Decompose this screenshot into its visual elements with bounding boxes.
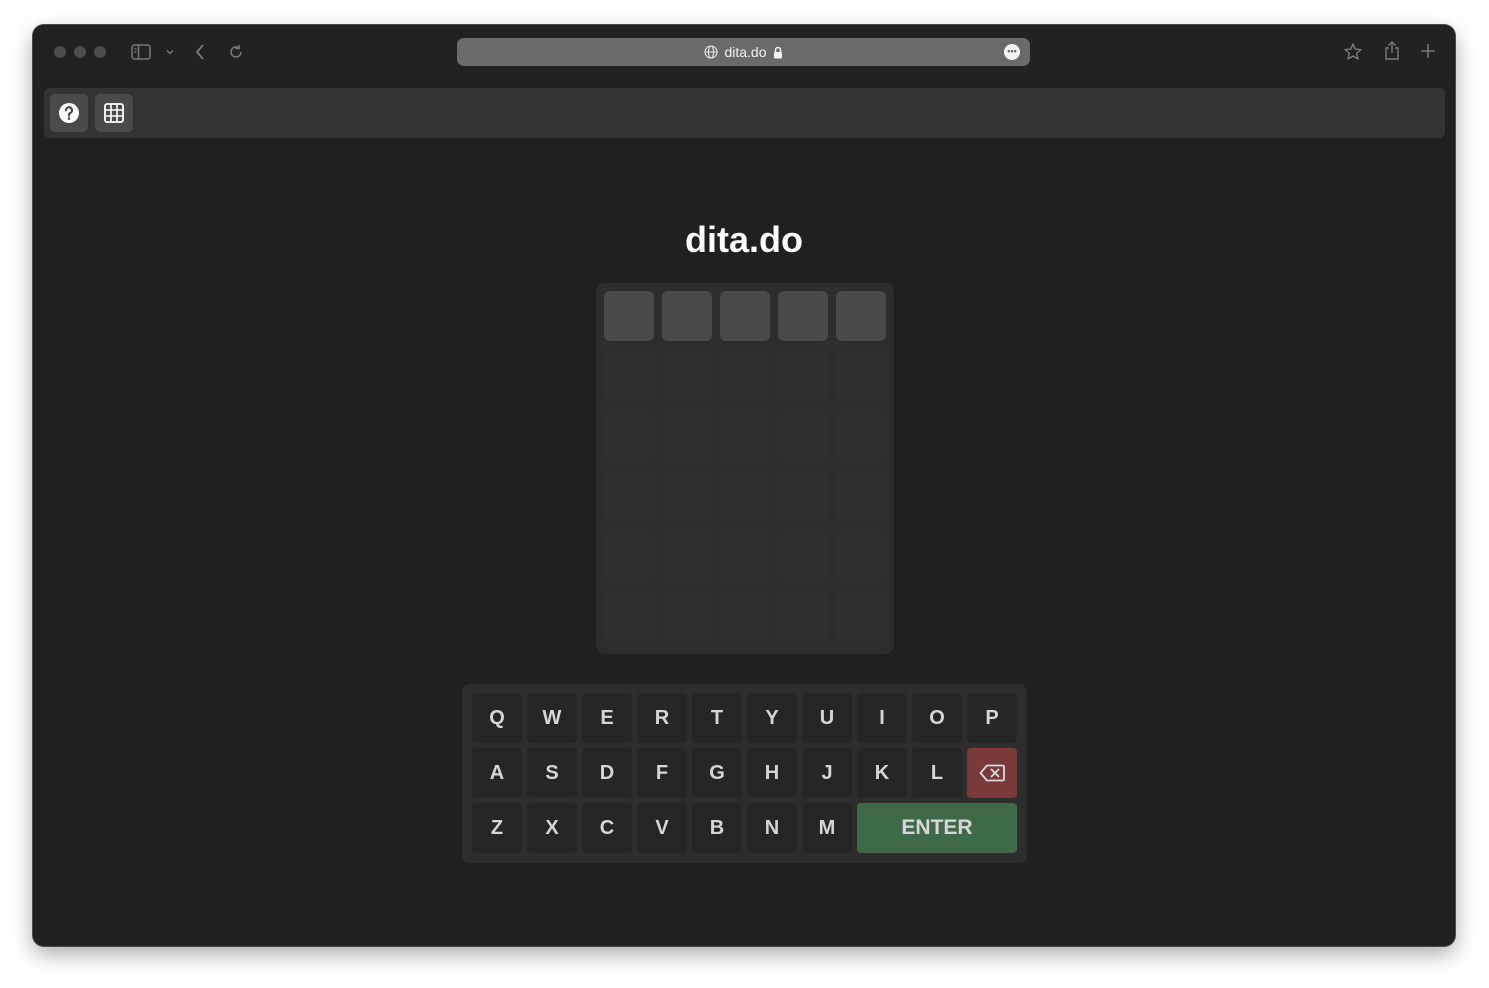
board-tile bbox=[662, 531, 712, 581]
key-h[interactable]: H bbox=[747, 748, 797, 798]
board-tile bbox=[836, 291, 886, 341]
board-tile bbox=[720, 411, 770, 461]
key-d[interactable]: D bbox=[582, 748, 632, 798]
board-tile bbox=[836, 411, 886, 461]
board-tile bbox=[836, 531, 886, 581]
board-tile bbox=[720, 531, 770, 581]
key-t[interactable]: T bbox=[692, 693, 742, 743]
key-s[interactable]: S bbox=[527, 748, 577, 798]
board-tile bbox=[778, 351, 828, 401]
browser-window: dita.do ••• dita.do QWERTYUI O P A S D F… bbox=[33, 25, 1455, 946]
browser-titlebar: dita.do ••• bbox=[33, 25, 1455, 81]
chevron-left-icon[interactable] bbox=[191, 42, 209, 62]
board-tile bbox=[836, 471, 886, 521]
key-b[interactable]: B bbox=[692, 803, 742, 853]
key-k[interactable]: K bbox=[857, 748, 907, 798]
key-z[interactable]: Z bbox=[472, 803, 522, 853]
lock-icon bbox=[773, 46, 783, 59]
key-l[interactable]: L bbox=[912, 748, 962, 798]
board-tile bbox=[778, 411, 828, 461]
reload-icon[interactable] bbox=[226, 42, 246, 62]
chevron-down-icon[interactable] bbox=[163, 46, 177, 58]
board-tile bbox=[720, 351, 770, 401]
key-c[interactable]: C bbox=[582, 803, 632, 853]
ellipsis-icon[interactable]: ••• bbox=[1004, 44, 1020, 60]
key-r[interactable]: R bbox=[637, 693, 687, 743]
key-p[interactable]: P bbox=[967, 693, 1017, 743]
board-tile bbox=[604, 291, 654, 341]
board-tile bbox=[778, 531, 828, 581]
board-tile bbox=[662, 291, 712, 341]
star-icon[interactable] bbox=[1342, 41, 1364, 63]
board-tile bbox=[604, 471, 654, 521]
board-tile bbox=[778, 291, 828, 341]
board-tile bbox=[662, 351, 712, 401]
key-g[interactable]: G bbox=[692, 748, 742, 798]
zoom-window-button[interactable] bbox=[94, 46, 106, 58]
address-bar[interactable]: dita.do ••• bbox=[457, 38, 1030, 66]
board-tile bbox=[662, 411, 712, 461]
grid-button[interactable] bbox=[95, 94, 133, 132]
board-tile bbox=[604, 351, 654, 401]
board-tile bbox=[604, 591, 654, 641]
game-toolbar bbox=[44, 88, 1445, 138]
board-tile bbox=[720, 471, 770, 521]
board-tile bbox=[778, 591, 828, 641]
key-q[interactable]: Q bbox=[472, 693, 522, 743]
help-button[interactable] bbox=[50, 94, 88, 132]
question-circle-icon bbox=[58, 102, 80, 124]
globe-icon bbox=[704, 45, 719, 59]
key-w[interactable]: W bbox=[527, 693, 577, 743]
close-window-button[interactable] bbox=[54, 46, 66, 58]
key-a[interactable]: A bbox=[472, 748, 522, 798]
board-tile bbox=[720, 291, 770, 341]
grid-icon bbox=[103, 102, 125, 124]
url-text: dita.do bbox=[724, 44, 767, 60]
key-i[interactable]: I bbox=[857, 693, 907, 743]
on-screen-keyboard: Q W E R T Y U I O P A S D F G H J K L Z X C V B N M ENTER bbox=[462, 684, 1027, 863]
board-tile bbox=[662, 471, 712, 521]
enter-key[interactable]: ENTER bbox=[857, 803, 1017, 853]
key-f[interactable]: F bbox=[637, 748, 687, 798]
share-icon[interactable] bbox=[1381, 40, 1403, 62]
key-v[interactable]: V bbox=[637, 803, 687, 853]
board-tile bbox=[662, 591, 712, 641]
backspace-key[interactable] bbox=[967, 748, 1017, 798]
key-y[interactable]: Y bbox=[747, 693, 797, 743]
game-board bbox=[596, 283, 894, 654]
key-n[interactable]: N bbox=[747, 803, 797, 853]
key-o[interactable]: O bbox=[912, 693, 962, 743]
key-m[interactable]: M bbox=[802, 803, 852, 853]
board-tile bbox=[836, 591, 886, 641]
key-x[interactable]: X bbox=[527, 803, 577, 853]
backspace-icon bbox=[979, 764, 1005, 782]
board-tile bbox=[604, 531, 654, 581]
board-tile bbox=[720, 591, 770, 641]
page-title: dita.do bbox=[685, 219, 803, 260]
board-tile bbox=[836, 351, 886, 401]
key-e[interactable]: E bbox=[582, 693, 632, 743]
plus-icon[interactable] bbox=[1418, 41, 1438, 61]
board-tile bbox=[604, 411, 654, 461]
minimize-window-button[interactable] bbox=[74, 46, 86, 58]
board-tile bbox=[778, 471, 828, 521]
key-j[interactable]: J bbox=[802, 748, 852, 798]
key-u[interactable]: U bbox=[802, 693, 852, 743]
sidebar-icon[interactable] bbox=[130, 42, 152, 62]
